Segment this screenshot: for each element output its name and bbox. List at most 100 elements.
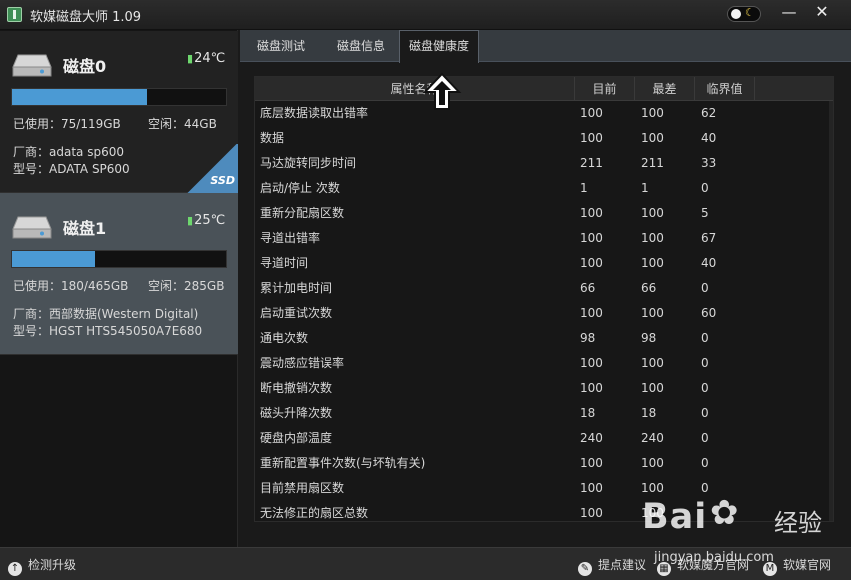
attribute-name-cell: 重新分配扇区数 [260,206,345,220]
pin-icon: ✎ [578,562,592,576]
threshold-cell: 40 [701,256,717,270]
threshold-cell: 0 [701,456,709,470]
threshold-cell: 62 [701,106,717,120]
table-body: 底层数据读取出错率 100 100 62 数据 100 100 40 马达旋转同步时间 211 21… [255,101,825,521]
attribute-name-cell: 震动感应错误率 [260,356,345,370]
window-title: 软媒磁盘大师 1.09 [30,10,142,25]
current-cell: 66 [580,281,596,295]
current-cell: 100 [580,206,603,220]
current-cell: 100 [580,256,603,270]
free-space: 空闲：285GB [148,279,225,293]
watermark: Bai ✿ 经验 jingyan.baidu.com [642,493,822,565]
current-cell: 211 [580,156,603,170]
threshold-cell: 67 [701,231,717,245]
table-row[interactable]: 马达旋转同步时间 211 211 33 [255,151,825,176]
header-threshold[interactable]: 临界值 [695,77,755,101]
moon-icon: ☾ [745,6,755,19]
theme-toggle[interactable]: ☾ [727,6,761,22]
temperature: ▮24℃ [187,51,226,66]
disk-sidebar: 磁盘0 ▮24℃ 已使用：75/119GB 空闲：44GB 厂商：adata s… [0,30,238,547]
tab-disk-test[interactable]: 磁盘测试 [252,30,310,62]
worst-cell: 240 [641,431,664,445]
current-cell: 1 [580,181,588,195]
worst-cell: 98 [641,331,657,345]
table-row[interactable]: 累计加电时间 66 66 0 [255,276,825,301]
table-row[interactable]: 启动/停止 次数 1 1 0 [255,176,825,201]
attribute-name-cell: 通电次数 [260,331,309,345]
current-cell: 18 [580,406,596,420]
disk-vendor: 厂商：adata sp600 [13,145,124,159]
attribute-name-cell: 磁头升降次数 [260,406,333,420]
disk-model: 型号：HGST HTS545050A7E680 [13,324,203,338]
disk-card-0[interactable]: 磁盘0 ▮24℃ 已使用：75/119GB 空闲：44GB 厂商：adata s… [0,31,238,193]
disk-card-1[interactable]: 磁盘1 ▮25℃ 已使用：180/465GB 空闲：285GB 厂商：西部数据(… [0,193,238,355]
worst-cell: 100 [641,231,664,245]
attribute-name-cell: 寻道出错率 [260,231,321,245]
worst-cell: 100 [641,131,664,145]
disk-name: 磁盘1 [63,219,107,238]
header-current[interactable]: 目前 [575,77,635,101]
vertical-scrollbar[interactable] [829,101,833,521]
worst-cell: 100 [641,381,664,395]
ssd-badge: SSD [187,144,238,193]
check-update-link[interactable]: ↑ 检测升级 [8,556,76,576]
threshold-cell: 0 [701,281,709,295]
table-row[interactable]: 重新配置事件次数(与坏轨有关) 100 100 0 [255,451,825,476]
threshold-cell: 0 [701,431,709,445]
table-header: 属性名称 目前 最差 临界值 [255,77,833,101]
worst-cell: 100 [641,356,664,370]
current-cell: 100 [580,131,603,145]
threshold-cell: 0 [701,381,709,395]
table-row[interactable]: 震动感应错误率 100 100 0 [255,351,825,376]
tab-disk-health[interactable]: 磁盘健康度 [399,30,479,63]
table-row[interactable]: 重新分配扇区数 100 100 5 [255,201,825,226]
worst-cell: 211 [641,156,664,170]
table-row[interactable]: 断电撤销次数 100 100 0 [255,376,825,401]
threshold-cell: 60 [701,306,717,320]
current-cell: 100 [580,481,603,495]
thermometer-icon: ▮ [187,52,194,65]
tab-bar: 磁盘测试 磁盘信息 磁盘健康度 [240,30,851,63]
attribute-name-cell: 硬盘内部温度 [260,431,333,445]
attribute-name-cell: 马达旋转同步时间 [260,156,357,170]
current-cell: 100 [580,356,603,370]
worst-cell: 18 [641,406,657,420]
sun-icon [731,9,741,19]
table-row[interactable]: 底层数据读取出错率 100 100 62 [255,101,825,126]
attribute-name-cell: 启动/停止 次数 [260,181,340,195]
table-row[interactable]: 硬盘内部温度 240 240 0 [255,426,825,451]
paw-icon: ✿ [710,493,739,533]
close-button[interactable]: ✕ [810,2,834,24]
worst-cell: 1 [641,181,649,195]
threshold-cell: 0 [701,406,709,420]
threshold-cell: 33 [701,156,717,170]
current-cell: 240 [580,431,603,445]
current-cell: 98 [580,331,596,345]
arrow-up-icon [422,72,462,110]
worst-cell: 100 [641,256,664,270]
table-row[interactable]: 寻道时间 100 100 40 [255,251,825,276]
table-row[interactable]: 寻道出错率 100 100 67 [255,226,825,251]
tab-disk-info[interactable]: 磁盘信息 [332,30,390,62]
table-row[interactable]: 启动重试次数 100 100 60 [255,301,825,326]
minimize-button[interactable]: — [777,2,801,24]
table-row[interactable]: 通电次数 98 98 0 [255,326,825,351]
threshold-cell: 0 [701,356,709,370]
suggest-link[interactable]: ✎ 提点建议 [578,556,646,576]
attribute-name-cell: 底层数据读取出错率 [260,106,369,120]
threshold-cell: 5 [701,206,709,220]
threshold-cell: 0 [701,181,709,195]
smart-table: 属性名称 目前 最差 临界值 底层数据读取出错率 100 100 62 数据 100 100… [254,76,834,522]
current-cell: 100 [580,506,603,520]
title-bar: 软媒磁盘大师 1.09 ☾ — ✕ [0,0,851,30]
attribute-name-cell: 累计加电时间 [260,281,333,295]
worst-cell: 66 [641,281,657,295]
header-attribute-name[interactable]: 属性名称 [255,77,575,101]
usage-bar-fill [12,251,95,267]
free-space: 空闲：44GB [148,117,217,131]
header-worst[interactable]: 最差 [635,77,695,101]
table-row[interactable]: 磁头升降次数 18 18 0 [255,401,825,426]
table-row[interactable]: 数据 100 100 40 [255,126,825,151]
usage-bar [11,88,227,106]
usage-bar [11,250,227,268]
